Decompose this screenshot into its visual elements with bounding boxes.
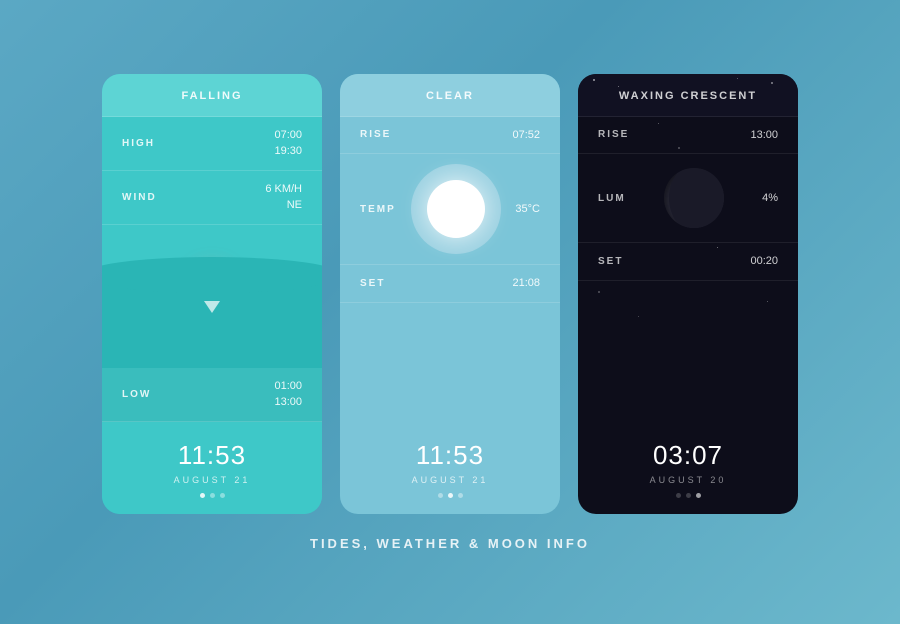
tides-wind-values: 6 KM/H NE [265, 181, 302, 214]
weather-dot-3 [458, 493, 463, 498]
weather-temp-values: 35°C [515, 201, 540, 218]
moon-dot-1 [676, 493, 681, 498]
weather-set-row: SET 21:08 [340, 265, 560, 303]
tides-dot-3 [220, 493, 225, 498]
star [771, 82, 773, 84]
moon-header: WAXING CRESCENT [578, 74, 798, 117]
weather-rise-values: 07:52 [512, 127, 540, 144]
star [737, 78, 738, 79]
moon-set-label: SET [598, 256, 623, 267]
tides-wave [102, 275, 322, 368]
star [638, 316, 639, 317]
tides-low-row: LOW 01:00 13:00 [102, 368, 322, 422]
tides-visual [102, 225, 322, 368]
star [767, 301, 768, 302]
moon-date: AUGUST 20 [588, 475, 788, 485]
moon-card: WAXING CRESCENT RISE 13:00 LUM [578, 74, 798, 514]
page-title: TIDES, WEATHER & MOON INFO [310, 536, 590, 551]
tides-wind-label: WIND [122, 192, 157, 203]
moon-dot-2 [686, 493, 691, 498]
star [618, 86, 619, 87]
tides-wind-row: WIND 6 KM/H NE [102, 171, 322, 225]
star [658, 123, 659, 124]
tides-high-row: HIGH 07:00 19:30 [102, 117, 322, 171]
tides-header: FALLING [102, 74, 322, 117]
tides-date: AUGUST 21 [112, 475, 312, 485]
weather-header: CLEAR [340, 74, 560, 117]
star [717, 247, 718, 248]
tides-low-label: LOW [122, 389, 151, 400]
star [593, 79, 595, 81]
tides-card: FALLING HIGH 07:00 19:30 WIND 6 KM/H NE … [102, 74, 322, 514]
tides-dot-1 [200, 493, 205, 498]
moon-set-values: 00:20 [750, 253, 778, 270]
weather-glow [411, 164, 501, 254]
moon-rise-label: RISE [598, 129, 629, 140]
weather-set-values: 21:08 [512, 275, 540, 292]
moon-spacer [578, 281, 798, 422]
weather-rise-label: RISE [360, 129, 391, 140]
tides-footer: 11:53 AUGUST 21 [102, 422, 322, 514]
moon-dots [588, 493, 788, 498]
tides-low-values: 01:00 13:00 [274, 378, 302, 411]
moon-time: 03:07 [588, 440, 788, 471]
moon-dot-3 [696, 493, 701, 498]
weather-rise-row: RISE 07:52 [340, 117, 560, 155]
weather-dot-1 [438, 493, 443, 498]
tides-arrow [204, 301, 220, 313]
moon-shadow [669, 168, 724, 228]
weather-dots [350, 493, 550, 498]
star [598, 291, 600, 293]
moon-lum-row: LUM 4% [578, 154, 798, 243]
weather-time: 11:53 [350, 440, 550, 471]
tides-high-label: HIGH [122, 138, 155, 149]
moon-set-row: SET 00:20 [578, 243, 798, 281]
weather-card: CLEAR RISE 07:52 TEMP 35°C SET 21:08 [340, 74, 560, 514]
moon-rise-values: 13:00 [750, 127, 778, 144]
weather-spacer [340, 303, 560, 422]
weather-footer: 11:53 AUGUST 21 [340, 422, 560, 514]
weather-temp-label: TEMP [360, 204, 396, 215]
weather-set-label: SET [360, 278, 385, 289]
tides-dot-2 [210, 493, 215, 498]
weather-sun [427, 180, 485, 238]
tides-time: 11:53 [112, 440, 312, 471]
star [678, 147, 680, 149]
moon-rise-row: RISE 13:00 [578, 117, 798, 155]
moon-lum-values: 4% [762, 190, 778, 207]
weather-dot-2 [448, 493, 453, 498]
weather-temp-row: TEMP 35°C [340, 154, 560, 265]
cards-container: FALLING HIGH 07:00 19:30 WIND 6 KM/H NE … [102, 74, 798, 514]
moon-circle-container [626, 168, 762, 228]
tides-high-values: 07:00 19:30 [274, 127, 302, 160]
weather-date: AUGUST 21 [350, 475, 550, 485]
tides-dots [112, 493, 312, 498]
moon-footer: 03:07 AUGUST 20 [578, 422, 798, 514]
moon-circle [664, 168, 724, 228]
moon-lum-label: LUM [598, 193, 626, 204]
